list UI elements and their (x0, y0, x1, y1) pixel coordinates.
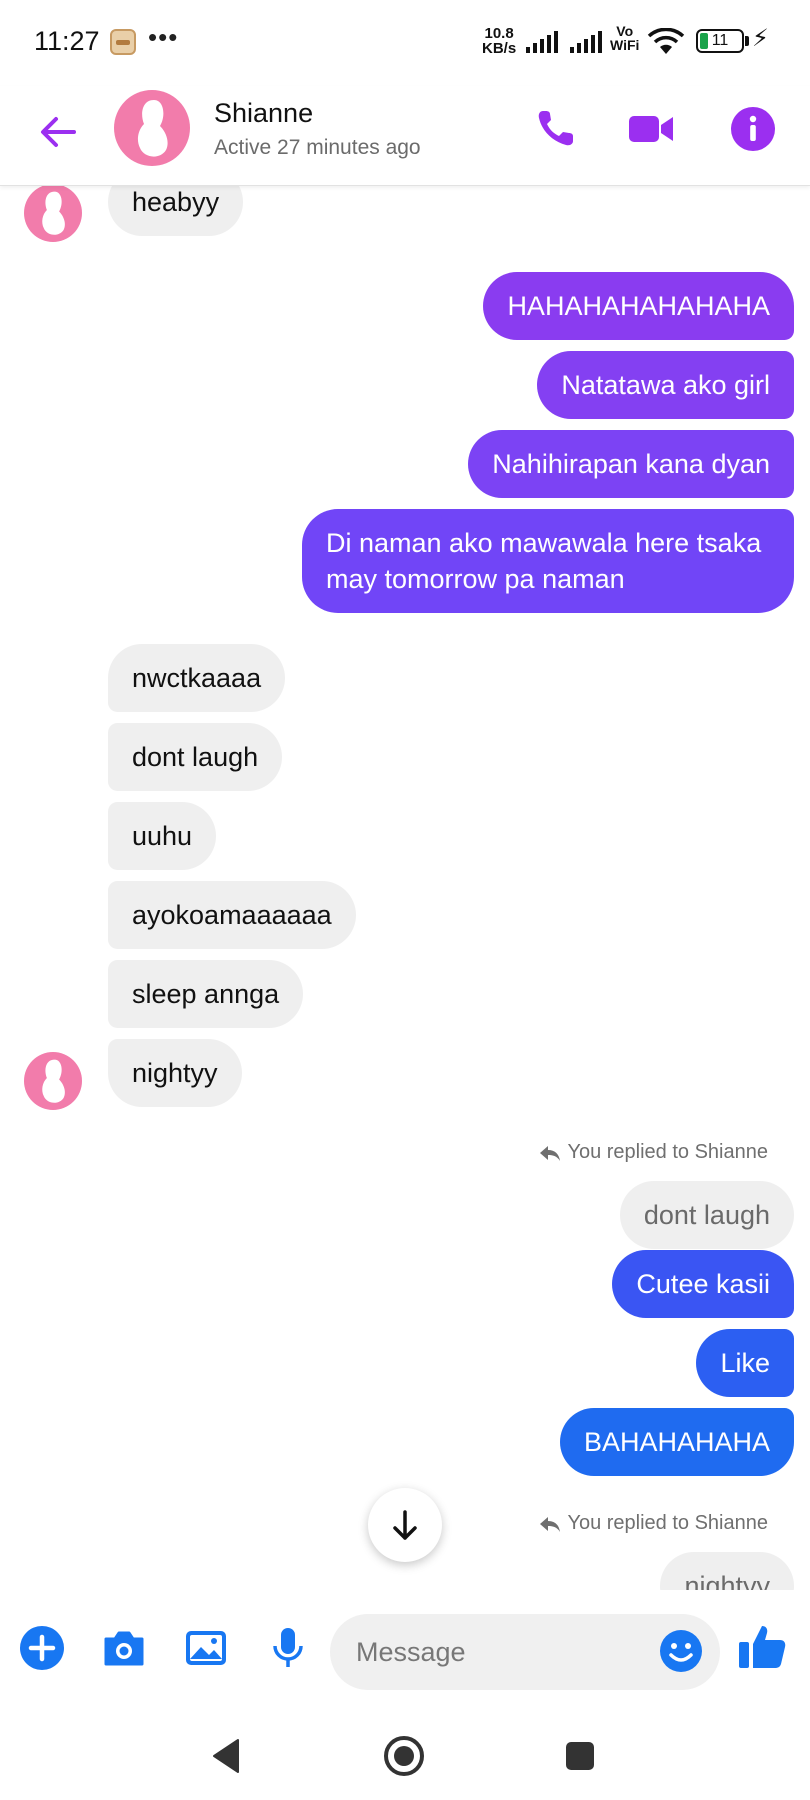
signal-icon (570, 31, 602, 53)
message-list[interactable]: heabyy HAHAHAHAHAHAHA Natatawa ako girl … (0, 186, 810, 1590)
charging-icon: ⚡ (752, 25, 769, 52)
incoming-message[interactable]: heabyy (108, 186, 244, 236)
outgoing-message[interactable]: Natatawa ako girl (537, 351, 794, 419)
active-status: Active 27 minutes ago (214, 136, 421, 159)
status-bar: 11:27 ••• 10.8 KB/s Vo WiFi 11 ⚡ (0, 0, 810, 86)
scroll-to-bottom-button[interactable] (368, 1488, 442, 1562)
outgoing-message[interactable]: BAHAHAHAHA (559, 1408, 794, 1476)
outgoing-message[interactable]: HAHAHAHAHAHAHA (483, 272, 794, 340)
reply-label: You replied to Shianne (567, 1141, 768, 1163)
avatar-silhouette (42, 1059, 65, 1103)
message-line: Di naman ako mawawala here tsaka (326, 528, 762, 558)
nav-recents-icon[interactable] (556, 1732, 604, 1780)
incoming-message[interactable]: ayokoamaaaaaa (108, 881, 356, 949)
message-line: may tomorrow pa naman (326, 564, 625, 594)
vowifi-bottom: WiFi (610, 37, 640, 53)
network-speed-value: 10.8 (484, 25, 514, 42)
battery-level: 11 (711, 32, 729, 49)
reply-label: You replied to Shianne (567, 1512, 768, 1534)
system-nav-bar (0, 1710, 810, 1800)
nav-back-icon[interactable] (204, 1732, 252, 1780)
chat-header: Shianne Active 27 minutes ago (0, 86, 810, 186)
quoted-message[interactable]: nightyy (660, 1552, 794, 1590)
notification-app-icon (110, 29, 136, 55)
microphone-icon[interactable] (264, 1624, 312, 1672)
avatar[interactable] (24, 186, 82, 242)
incoming-message[interactable]: sleep annga (108, 960, 304, 1028)
message-input[interactable] (356, 1614, 646, 1690)
signal-icon (526, 31, 558, 53)
battery-tip (745, 36, 749, 46)
incoming-message[interactable]: nightyy (108, 1039, 242, 1107)
outgoing-message[interactable]: Like (696, 1329, 794, 1397)
incoming-message[interactable]: dont laugh (108, 723, 283, 791)
reply-icon (540, 1517, 561, 1532)
smiley-icon[interactable] (658, 1628, 704, 1674)
outgoing-message[interactable]: Nahihirapan kana dyan (468, 430, 794, 498)
network-speed: 10.8 KB/s (482, 26, 516, 56)
nav-home-icon[interactable] (380, 1732, 428, 1780)
network-speed-unit: KB/s (482, 40, 517, 57)
thumbs-up-icon[interactable] (736, 1620, 788, 1672)
reply-icon (540, 1146, 561, 1161)
clock: 11:27 (34, 26, 100, 56)
incoming-message[interactable]: uuhu (108, 802, 217, 870)
more-notifications-icon: ••• (148, 22, 179, 52)
info-icon[interactable] (728, 104, 778, 154)
video-camera-icon[interactable] (626, 104, 676, 154)
reply-indicator: You replied to Shianne (539, 1512, 768, 1535)
composer-bar (0, 1590, 810, 1710)
arrow-left-icon[interactable] (34, 108, 82, 156)
wifi-icon (647, 28, 685, 54)
arrow-down-icon (393, 1510, 417, 1540)
message-field[interactable] (330, 1614, 720, 1690)
avatar[interactable] (114, 90, 190, 166)
outgoing-message[interactable]: Di naman ako mawawala here tsaka may tom… (302, 509, 794, 613)
outgoing-message[interactable]: Cutee kasii (612, 1250, 794, 1318)
avatar-silhouette (42, 191, 65, 235)
vowifi-indicator: Vo WiFi (610, 24, 639, 52)
plus-icon[interactable] (18, 1624, 66, 1672)
reply-indicator: You replied to Shianne (539, 1141, 768, 1164)
battery-icon: 11 (696, 29, 744, 53)
incoming-message[interactable]: nwctkaaaa (108, 644, 286, 712)
quoted-message[interactable]: dont laugh (619, 1181, 794, 1249)
vowifi-top: Vo (616, 23, 634, 39)
image-icon[interactable] (182, 1624, 230, 1672)
phone-icon[interactable] (530, 104, 580, 154)
contact-name[interactable]: Shianne (214, 98, 313, 129)
avatar-silhouette (137, 100, 168, 157)
avatar[interactable] (24, 1052, 82, 1110)
camera-icon[interactable] (100, 1624, 148, 1672)
